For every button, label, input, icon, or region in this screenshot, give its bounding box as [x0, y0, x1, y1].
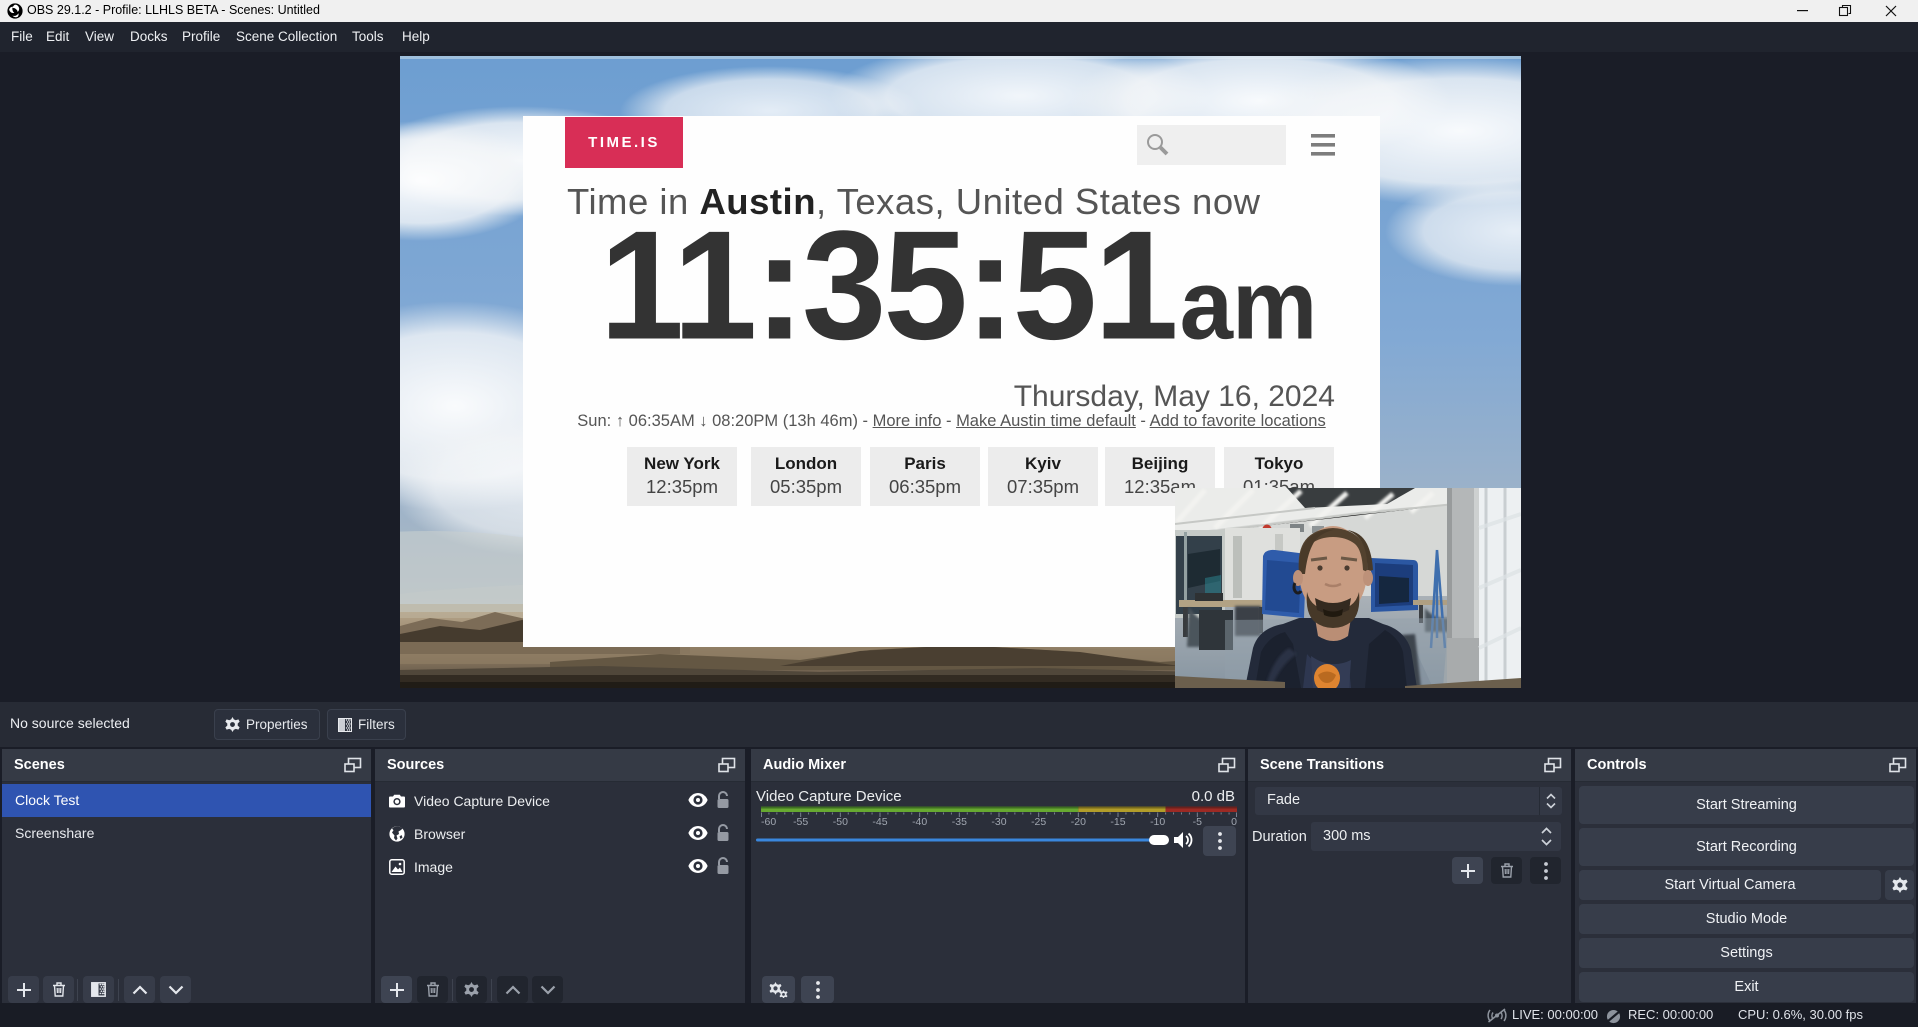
- svg-text:-25: -25: [1031, 816, 1046, 828]
- svg-text:-10: -10: [1150, 816, 1165, 828]
- svg-text:-30: -30: [991, 816, 1006, 828]
- svg-text:-60: -60: [761, 816, 776, 828]
- svg-text:-55: -55: [793, 816, 808, 828]
- svg-text:-20: -20: [1071, 816, 1086, 828]
- svg-text:-15: -15: [1110, 816, 1125, 828]
- svg-text:-35: -35: [952, 816, 967, 828]
- svg-text:-45: -45: [872, 816, 887, 828]
- svg-text:-40: -40: [912, 816, 927, 828]
- svg-text:-50: -50: [833, 816, 848, 828]
- svg-text:-5: -5: [1193, 816, 1202, 828]
